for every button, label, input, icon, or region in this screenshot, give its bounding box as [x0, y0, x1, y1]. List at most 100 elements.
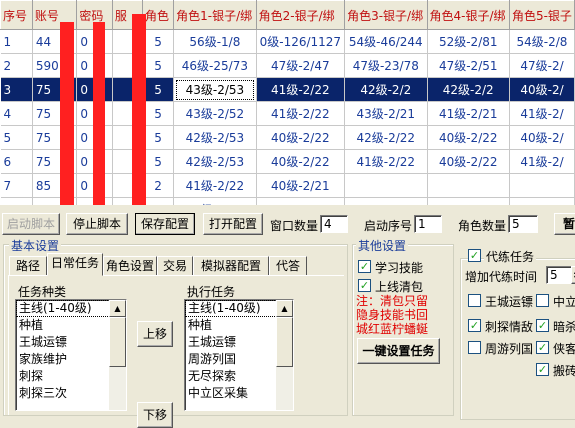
table-cell-no[interactable]: 2 — [0, 53, 33, 78]
scroll-up-arrow-icon[interactable]: ▲ — [109, 300, 126, 317]
table-cell-cnt[interactable]: 5 — [142, 125, 175, 150]
table-row[interactable]: 2 590 0 5 46级-25/73 47级-2/47 47级-23/78 47级-2/51… — [0, 53, 575, 78]
move-up-button[interactable]: 上移 — [137, 321, 173, 347]
more-button[interactable]: 暂 — [554, 213, 575, 235]
table-cell-r2[interactable] — [256, 197, 346, 205]
table-cell-r1[interactable]: 41级-2/22 — [173, 173, 257, 198]
table-cell-r4[interactable]: 47级-2/51 — [427, 53, 510, 78]
table-cell-r3[interactable] — [344, 197, 428, 205]
grid-column-header[interactable]: 角色3-银子/绑 — [344, 0, 428, 30]
table-cell-r3[interactable] — [344, 173, 428, 198]
table-cell-r1[interactable]: 42级-2/53 — [173, 149, 257, 174]
table-cell-r3[interactable]: 41级-2/22 — [344, 149, 428, 174]
proxy-item-checkbox[interactable]: ✓ — [468, 319, 481, 332]
table-row[interactable]: 4 75 0 5 43级-2/52 41级-2/22 43级-2/21 41级-2/21 41级… — [0, 101, 575, 126]
proxy-item-checkbox[interactable] — [468, 341, 481, 354]
online-bag-checkbox[interactable]: ✓ — [358, 279, 371, 292]
table-cell-r5[interactable] — [509, 197, 575, 205]
table-cell-cnt[interactable]: 2 — [142, 173, 175, 198]
add-time-spin-button[interactable]: ▲▼ — [571, 266, 575, 284]
grid-column-header[interactable]: 角色2-银子/绑 — [255, 0, 346, 30]
table-cell-r1[interactable]: 42级-2/53 — [173, 125, 257, 150]
table-cell-r1[interactable]: 43级-2/53 — [173, 77, 257, 102]
tab-5[interactable]: 代答 — [269, 256, 307, 276]
table-cell-r2[interactable]: 47级-2/47 — [256, 53, 346, 78]
table-cell-r3[interactable]: 47级-23/78 — [344, 53, 428, 78]
grid-column-header[interactable]: 角色1-银子/绑 — [173, 0, 257, 30]
grid-column-header[interactable]: 序号 — [0, 0, 33, 30]
table-row[interactable]: 1 44 0 5 56级-1/8 0级-126/1127 54级-46/244 52级-2/8… — [0, 29, 575, 54]
table-cell-r4[interactable]: 52级-2/81 — [427, 29, 510, 54]
scroll-thumb[interactable] — [109, 317, 126, 367]
start-index-input[interactable]: 1 — [414, 215, 442, 233]
table-cell-r5[interactable]: 40级-2/ — [509, 125, 575, 150]
proxy-item-checkbox[interactable]: ✓ — [536, 319, 549, 332]
table-cell-no[interactable]: 3 — [0, 77, 33, 102]
table-cell-no[interactable]: 7 — [0, 173, 33, 198]
table-cell-r1[interactable]: 56级-1/8 — [173, 29, 257, 54]
table-cell-r3[interactable]: 43级-2/21 — [344, 101, 428, 126]
scroll-up-arrow-icon[interactable]: ▲ — [276, 300, 293, 317]
table-cell-no[interactable]: 5 — [0, 125, 33, 150]
table-cell-r2[interactable]: 0级-126/1127 — [256, 29, 346, 54]
table-row[interactable]: 6 75 0 5 42级-2/53 40级-2/22 41级-2/22 40级-2/22 41级… — [0, 149, 575, 174]
tab-3[interactable]: 交易 — [157, 256, 193, 276]
save-config-button[interactable]: 保存配置 — [135, 213, 195, 235]
table-row[interactable]: 3 75 0 5 43级-2/53 41级-2/22 42级-2/2 42级-2/2 40级-2… — [0, 77, 575, 102]
table-cell-cnt[interactable]: 5 — [142, 53, 175, 78]
table-cell-r4[interactable]: 41级-2/21 — [427, 101, 510, 126]
move-down-button[interactable]: 下移 — [137, 402, 173, 428]
table-cell-r4[interactable] — [427, 197, 510, 205]
table-row[interactable]: 7 85 0 2 41级-2/22 40级-2/21 — [0, 173, 575, 198]
table-cell-r2[interactable]: 41级-2/22 — [256, 77, 346, 102]
add-time-input[interactable]: 5 — [546, 266, 572, 284]
role-count-input[interactable]: 5 — [508, 215, 538, 233]
tab-4[interactable]: 模拟器配置 — [193, 256, 269, 276]
table-cell-r1[interactable]: 43级-2/52 — [173, 101, 257, 126]
table-cell-r2[interactable]: 41级-2/22 — [256, 101, 346, 126]
exec-tasks-list[interactable]: 主线(1-40级) 种植 王城运镖 周游列国 无尽探索 中立区采集 ▲ — [184, 299, 294, 411]
table-cell-r4[interactable]: 40级-2/22 — [427, 125, 510, 150]
table-cell-r1[interactable]: 46级-25/73 — [173, 53, 257, 78]
window-count-input[interactable]: 4 — [320, 215, 348, 233]
table-cell-r2[interactable]: 40级-2/21 — [256, 173, 346, 198]
table-cell-r1[interactable]: 43级-8/16 — [173, 197, 257, 205]
task-types-list[interactable]: 主线(1-40级) 种植 王城运镖 家族维护 刺探 刺探三次 ▲ — [15, 299, 127, 411]
table-cell-no[interactable]: 6 — [0, 149, 33, 174]
table-cell-r2[interactable]: 40级-2/22 — [256, 125, 346, 150]
table-cell-r4[interactable]: 42级-2/2 — [427, 77, 510, 102]
start-script-button[interactable]: 启动脚本 — [2, 213, 60, 235]
proxy-item-checkbox[interactable]: ✓ — [536, 341, 549, 354]
one-key-setup-button[interactable]: 一键设置任务 — [357, 338, 440, 364]
table-cell-r5[interactable]: 54级-2/8 — [509, 29, 575, 54]
table-cell-cnt[interactable]: 5 — [142, 77, 175, 102]
grid-column-header[interactable]: 角色 — [141, 0, 175, 30]
learn-skill-checkbox[interactable]: ✓ — [358, 260, 371, 273]
table-cell-no[interactable]: 8 — [0, 197, 33, 205]
proxy-item-checkbox[interactable] — [536, 294, 549, 307]
tab-1[interactable]: 日常任务 — [47, 253, 103, 276]
proxy-item-checkbox[interactable]: ✓ — [536, 363, 549, 376]
exec-tasks-scrollbar[interactable]: ▲ — [276, 300, 293, 410]
table-cell-r5[interactable]: 41级-2/ — [509, 149, 575, 174]
table-cell-r3[interactable]: 54级-46/244 — [344, 29, 428, 54]
task-types-scrollbar[interactable]: ▲ — [109, 300, 126, 410]
grid-column-header[interactable]: 角色5-银子 — [508, 0, 575, 30]
table-cell-no[interactable]: 4 — [0, 101, 33, 126]
proxy-tasks-checkbox[interactable]: ✓ — [468, 249, 481, 262]
table-cell-r4[interactable] — [427, 173, 510, 198]
table-cell-r5[interactable]: 40级-2/ — [509, 77, 575, 102]
table-cell-r5[interactable]: 41级-2/ — [509, 101, 575, 126]
table-cell-r2[interactable]: 40级-2/22 — [256, 149, 346, 174]
table-cell-r5[interactable]: 47级-2/ — [509, 53, 575, 78]
table-cell-r3[interactable]: 42级-2/22 — [344, 125, 428, 150]
tab-0[interactable]: 路径 — [9, 256, 47, 276]
stop-script-button[interactable]: 停止脚本 — [66, 213, 128, 235]
table-cell-r4[interactable]: 40级-2/22 — [427, 149, 510, 174]
table-cell-r5[interactable] — [509, 173, 575, 198]
account-grid[interactable]: 序号 账号 密码服角色 角色1-银子/绑 角色2-银子/绑 角色3-银子/绑 角色4-银子/… — [0, 0, 575, 205]
table-cell-cnt[interactable]: 5 — [142, 29, 175, 54]
table-cell-cnt[interactable]: 5 — [142, 149, 175, 174]
table-cell-no[interactable]: 1 — [0, 29, 33, 54]
proxy-item-checkbox[interactable] — [468, 294, 481, 307]
